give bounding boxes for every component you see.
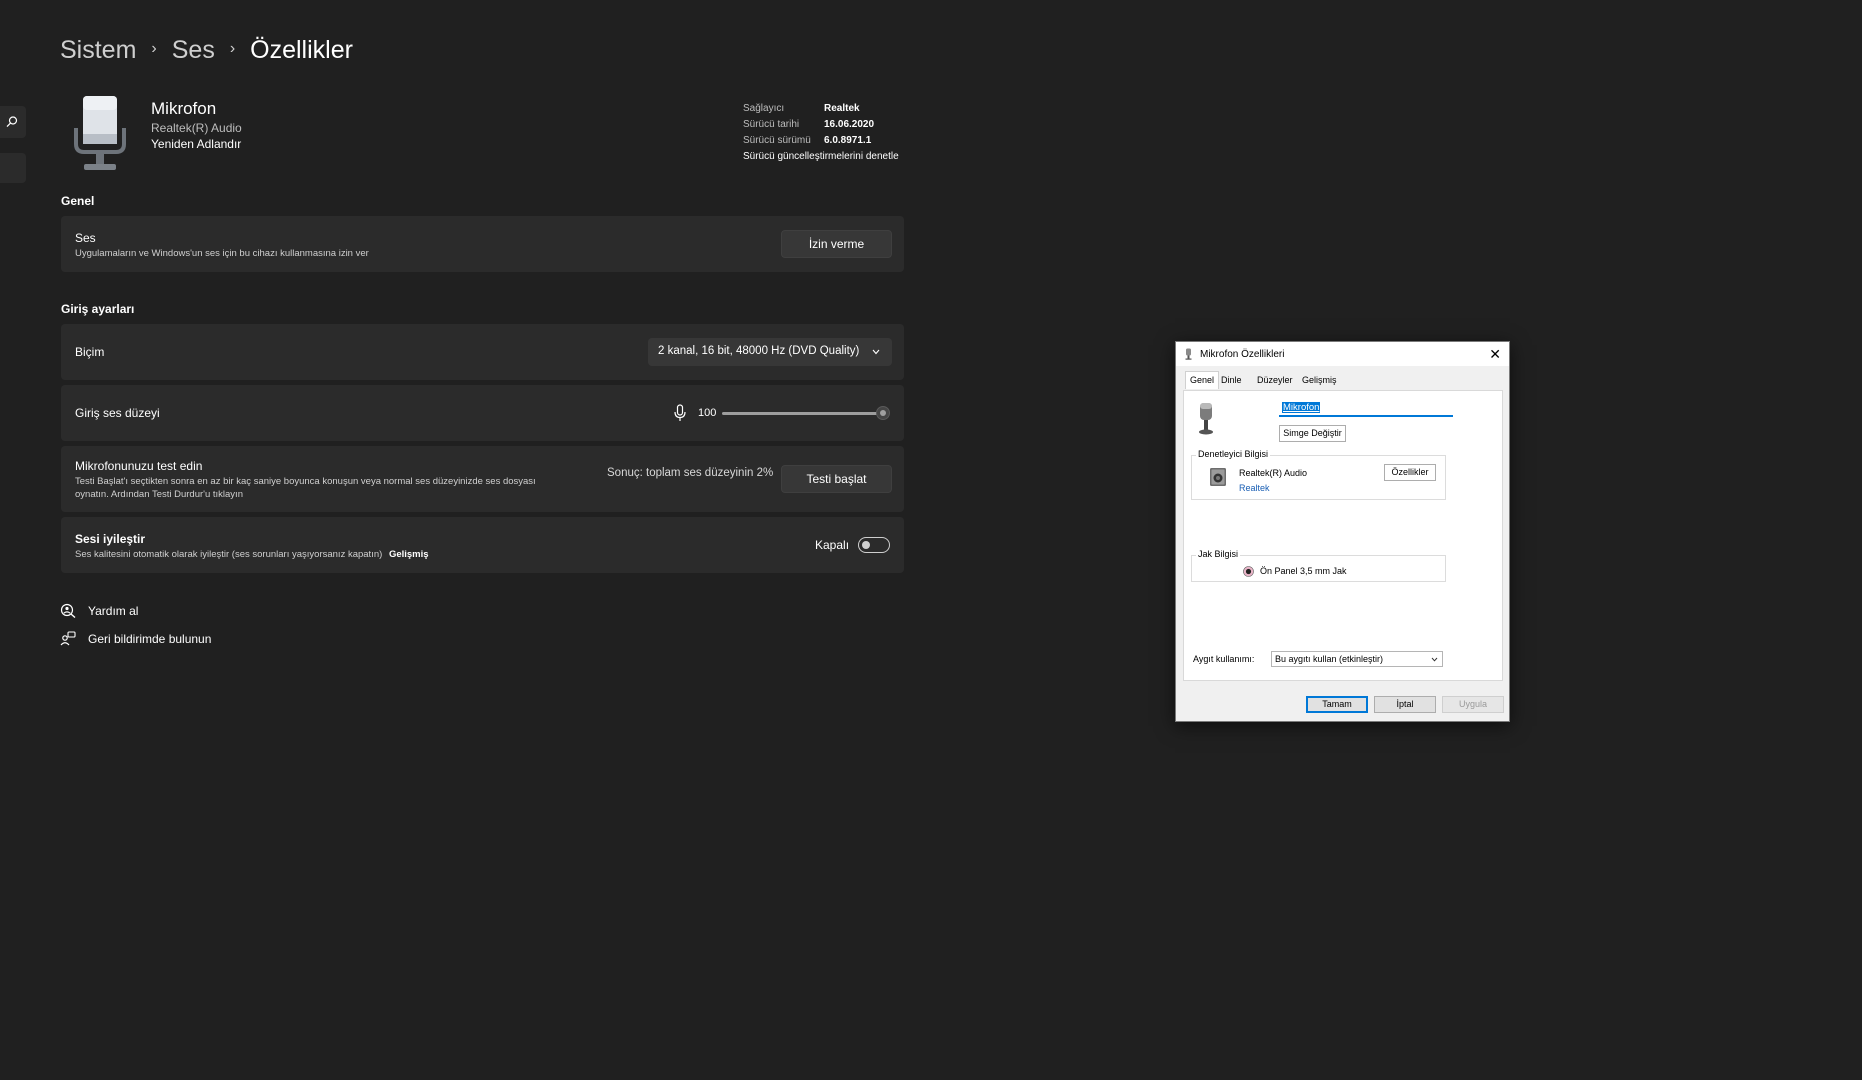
breadcrumb-sistem[interactable]: Sistem [60,36,136,65]
nav-search-button[interactable] [0,106,26,138]
help-link-label: Yardım al [88,603,139,618]
mic-test-description-line2: oynatın. Ardından Testi Durdur'u tıklayı… [75,489,243,500]
help-icon [60,603,76,618]
format-select-value: 2 kanal, 16 bit, 48000 Hz (DVD Quality) [658,345,860,357]
page-title: Özellikler [250,36,353,64]
general-section-title: Genel [61,194,95,208]
provider-label: Sağlayıcı [743,103,785,114]
start-test-button[interactable]: Testi başlat [781,465,892,493]
controller-vendor-link[interactable]: Realtek [1239,483,1270,493]
format-select[interactable]: 2 kanal, 16 bit, 48000 Hz (DVD Quality) [648,338,892,366]
input-volume-slider[interactable] [722,412,882,415]
enhance-audio-description: Ses kalitesini otomatik olarak iyileştir… [75,549,383,560]
mic-test-result: Sonuç: toplam ses düzeyinin 2% [607,467,774,479]
microphone-icon[interactable] [674,404,686,422]
jack-color-icon [1243,566,1254,577]
provider-value: Realtek [824,103,860,114]
chevron-down-icon [1431,657,1438,662]
feedback-link[interactable]: Geri bildirimde bulunun [60,631,211,646]
feedback-icon [60,631,76,646]
dialog-tab-gelismis[interactable]: Gelişmiş [1302,375,1337,385]
input-volume-label: Giriş ses düzeyi [75,406,160,420]
driver-date-value: 16.06.2020 [824,119,875,130]
microphone-properties-dialog: Mikrofon Özellikleri ✕ Genel Dinle Düzey… [1175,341,1510,722]
dialog-general-panel: Mikrofon Simge Değiştir Denetleyici Bilg… [1183,390,1503,681]
enhance-state-label: Kapalı [815,538,850,552]
cancel-button[interactable]: İptal [1374,696,1436,713]
controller-name: Realtek(R) Audio [1239,468,1308,478]
driver-version-value: 6.0.8971.1 [824,135,872,146]
dialog-title: Mikrofon Özellikleri [1200,349,1285,360]
dialog-device-icon [1199,403,1213,435]
device-usage-select[interactable]: Bu aygıtı kullan (etkinleştir) [1271,651,1443,667]
device-name-input-value: Mikrofon [1282,402,1321,413]
chevron-right-icon: › [151,39,157,57]
enhance-advanced-link[interactable]: Gelişmiş [389,549,429,560]
dialog-tab-genel[interactable]: Genel [1185,371,1220,389]
device-name: Mikrofon [151,99,217,118]
breadcrumb: Sistem › Ses › Özellikler [60,36,353,65]
microphone-device-icon [74,96,126,170]
mic-test-title: Mikrofonunuzu test edin [75,459,203,473]
dialog-tab-duzeyler[interactable]: Düzeyler [1257,375,1293,385]
device-usage-label: Aygıt kullanımı: [1193,654,1255,664]
change-icon-button[interactable]: Simge Değiştir [1279,425,1346,442]
format-label: Biçim [75,345,105,359]
driver-date-label: Sürücü tarihi [743,119,800,130]
enhance-audio-title: Sesi iyileştir [75,532,146,546]
driver-version-label: Sürücü sürümü [743,135,811,146]
chevron-right-icon: › [229,39,236,57]
audio-permission-card: Ses Uygulamaların ve Windows'un ses için… [61,216,904,272]
nav-item[interactable] [0,153,26,183]
apply-button[interactable]: Uygula [1442,696,1504,713]
mic-test-description-line1: Testi Başlat'ı seçtikten sonra en az bir… [75,476,536,487]
breadcrumb-ses[interactable]: Ses [172,36,215,65]
jack-info-label: Jak Bilgisi [1196,549,1241,559]
search-icon [6,116,18,128]
close-icon[interactable]: ✕ [1489,346,1501,363]
audio-description: Uygulamaların ve Windows'un ses için bu … [75,248,369,259]
enhance-audio-card: Sesi iyileştir Ses kalitesini otomatik o… [61,517,904,573]
dialog-tab-dinle[interactable]: Dinle [1221,375,1242,385]
input-volume-slider-thumb[interactable] [876,406,890,420]
input-volume-value: 100 [698,407,717,419]
controller-properties-button[interactable]: Özellikler [1384,464,1436,481]
input-settings-section-title: Giriş ayarları [61,302,135,316]
audio-title: Ses [75,231,96,245]
help-link[interactable]: Yardım al [60,603,138,618]
enhance-audio-toggle[interactable] [858,537,890,553]
speaker-icon [1210,468,1226,486]
rename-link[interactable]: Yeniden Adlandır [151,137,241,151]
device-driver-name: Realtek(R) Audio [151,121,242,135]
deny-permission-button[interactable]: İzin verme [781,230,892,258]
dialog-microphone-icon [1185,348,1192,360]
chevron-down-icon [872,349,880,355]
check-driver-updates-link[interactable]: Sürücü güncelleştirmelerini denetle [743,151,899,162]
device-name-input[interactable]: Mikrofon [1279,401,1453,417]
jack-value: Ön Panel 3,5 mm Jak [1260,566,1347,576]
device-usage-value: Bu aygıtı kullan (etkinleştir) [1275,654,1384,664]
feedback-link-label: Geri bildirimde bulunun [88,631,212,646]
controller-info-label: Denetleyici Bilgisi [1196,449,1271,459]
mic-test-card: Mikrofonunuzu test edin Testi Başlat'ı s… [61,446,904,512]
ok-button[interactable]: Tamam [1306,696,1368,713]
dialog-titlebar[interactable]: Mikrofon Özellikleri ✕ [1176,342,1509,366]
format-card: Biçim 2 kanal, 16 bit, 48000 Hz (DVD Qua… [61,324,904,380]
